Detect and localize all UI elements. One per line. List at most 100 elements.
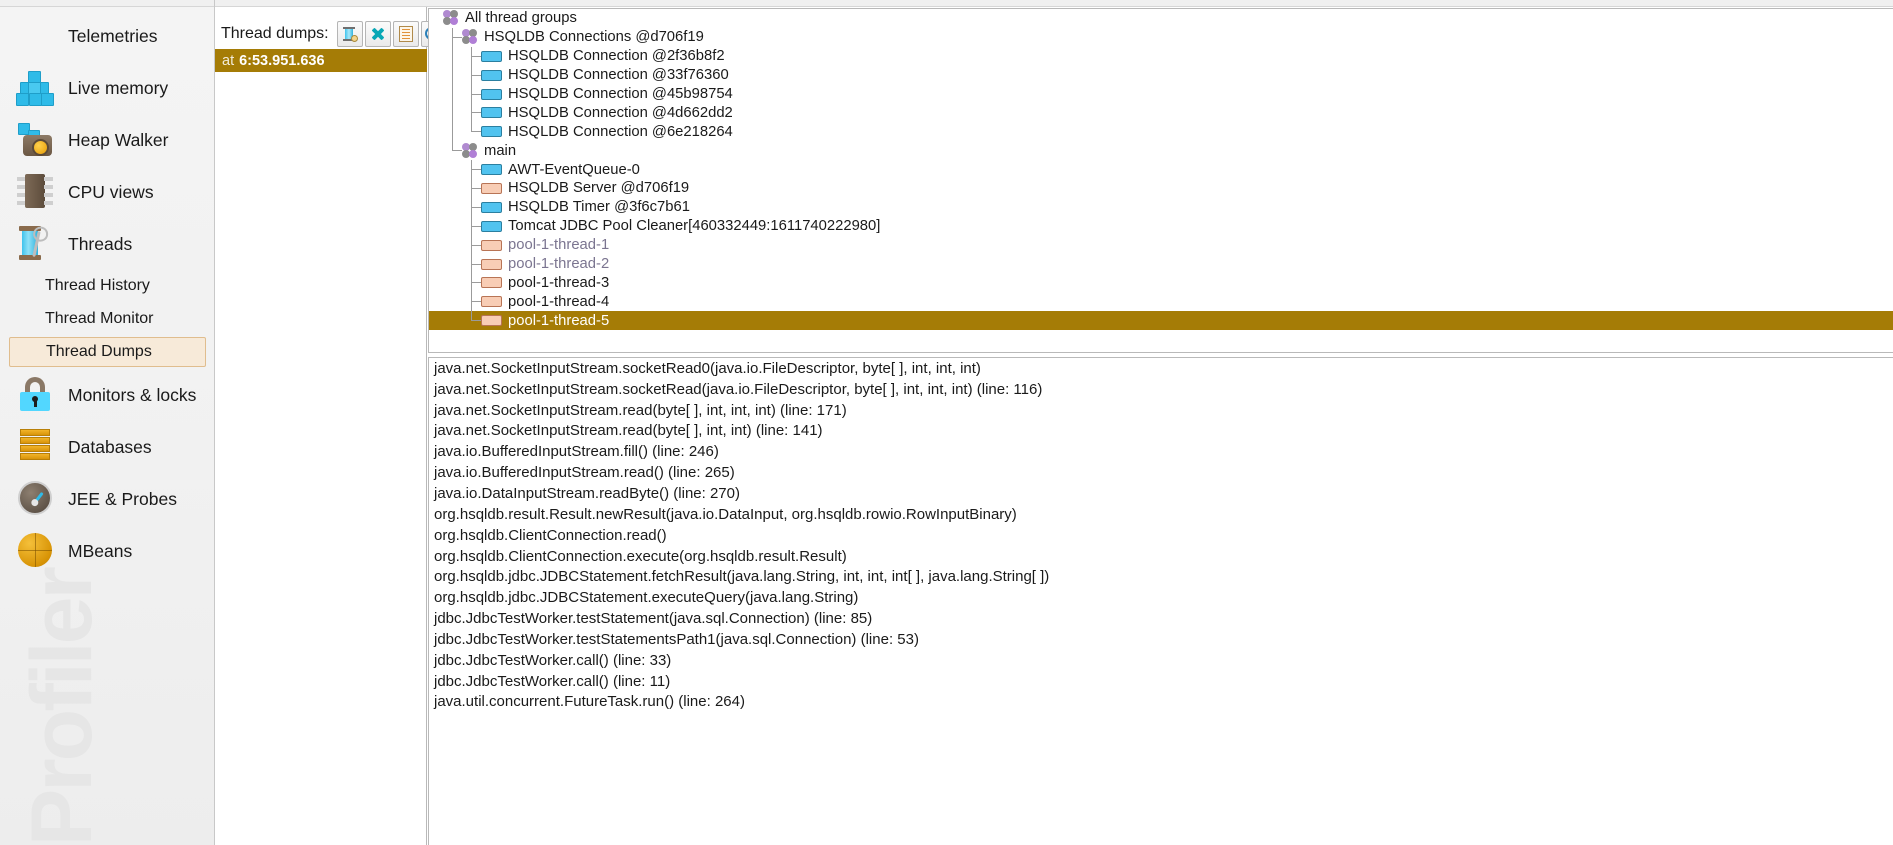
tree-row[interactable]: HSQLDB Timer @3f6c7b61 [429, 198, 1893, 217]
export-thread-dump-button[interactable] [393, 21, 419, 47]
stack-frame-row[interactable]: java.net.SocketInputStream.socketRead0(j… [429, 358, 1893, 379]
thread-dumps-column: Thread dumps: at 6:53.951.636 [215, 7, 427, 845]
stack-frame-row[interactable]: org.hsqldb.ClientConnection.execute(org.… [429, 546, 1893, 567]
tree-row-label: AWT-EventQueue-0 [508, 162, 640, 178]
tree-row-label: All thread groups [465, 10, 577, 26]
stack-frame-row[interactable]: org.hsqldb.jdbc.JDBCStatement.fetchResul… [429, 566, 1893, 587]
tree-row[interactable]: HSQLDB Connection @2f36b8f2 [429, 47, 1893, 66]
tree-row[interactable]: pool-1-thread-3 [429, 273, 1893, 292]
sidebar-item-label: JEE & Probes [68, 489, 177, 510]
tree-indent-guides [435, 66, 481, 85]
stack-frame-row[interactable]: java.io.DataInputStream.readByte() (line… [429, 483, 1893, 504]
tree-row[interactable]: pool-1-thread-5 [429, 311, 1893, 330]
thread-dumps-label: Thread dumps: [221, 25, 329, 43]
tree-indent-guides [435, 103, 481, 122]
stack-frame-label: java.util.concurrent.FutureTask.run() (l… [434, 693, 745, 710]
thread-blue-icon [481, 89, 502, 100]
stack-frame-row[interactable]: java.net.SocketInputStream.read(byte[ ],… [429, 400, 1893, 421]
tree-indent-guides [435, 179, 481, 198]
tree-row[interactable]: pool-1-thread-1 [429, 236, 1893, 255]
tree-row[interactable]: Tomcat JDBC Pool Cleaner[460332449:16117… [429, 217, 1893, 236]
stack-frame-label: java.io.DataInputStream.readByte() (line… [434, 485, 740, 502]
cubes-icon [16, 69, 54, 107]
jprofiler-window: JProfiler Telemetries Live memory Heap W… [0, 0, 1893, 845]
tree-row-label: pool-1-thread-5 [508, 313, 609, 329]
tree-indent-guides [435, 85, 481, 104]
tree-row-label: HSQLDB Connection @2f36b8f2 [508, 48, 725, 64]
stack-frame-row[interactable]: java.io.BufferedInputStream.read() (line… [429, 462, 1893, 483]
remove-thread-dump-button[interactable] [365, 21, 391, 47]
stack-frame-row[interactable]: jdbc.JdbcTestWorker.testStatement(java.s… [429, 608, 1893, 629]
thread-blue-icon [481, 107, 502, 118]
stack-frame-row[interactable]: java.net.SocketInputStream.read(byte[ ],… [429, 421, 1893, 442]
tree-row[interactable]: HSQLDB Server @d706f19 [429, 179, 1893, 198]
tree-indent-guides [435, 47, 481, 66]
tree-row[interactable]: HSQLDB Connection @45b98754 [429, 85, 1893, 104]
stack-frame-row[interactable]: jdbc.JdbcTestWorker.testStatementsPath1(… [429, 629, 1893, 650]
take-thread-dump-button[interactable] [337, 21, 363, 47]
stack-frame-row[interactable]: org.hsqldb.result.Result.newResult(java.… [429, 504, 1893, 525]
stack-frame-label: org.hsqldb.jdbc.JDBCStatement.executeQue… [434, 589, 858, 606]
stack-frame-row[interactable]: org.hsqldb.jdbc.JDBCStatement.executeQue… [429, 587, 1893, 608]
tree-indent-guides [435, 141, 462, 160]
thread-orange-icon [481, 183, 502, 194]
sidebar-item-thread-history[interactable]: Thread History [9, 271, 206, 301]
stack-frame-label: java.io.BufferedInputStream.fill() (line… [434, 443, 719, 460]
stack-frame-label: org.hsqldb.ClientConnection.execute(org.… [434, 548, 847, 565]
thread-dumps-toolbar: Thread dumps: [215, 14, 427, 54]
sidebar-item-monitors-and-locks[interactable]: Monitors & locks [0, 369, 215, 421]
sidebar-item-threads[interactable]: Threads [0, 218, 215, 270]
document-icon [399, 26, 413, 42]
tree-row[interactable]: HSQLDB Connection @4d662dd2 [429, 103, 1893, 122]
tree-row[interactable]: HSQLDB Connection @33f76360 [429, 66, 1893, 85]
sidebar-item-label: MBeans [68, 541, 132, 562]
tree-row[interactable]: pool-1-thread-4 [429, 292, 1893, 311]
thread-blue-icon [481, 126, 502, 137]
dump-timestamp: 6:53.951.636 [239, 53, 324, 69]
tree-indent-guides [435, 236, 481, 255]
thread-orange-icon [481, 315, 502, 326]
tree-indent-guides [435, 122, 481, 141]
tree-row-label: HSQLDB Timer @3f6c7b61 [508, 199, 690, 215]
close-x-icon [370, 26, 386, 42]
sidebar-item-label: Databases [68, 437, 152, 458]
sidebar-item-label: Thread Dumps [46, 343, 152, 361]
tree-indent-guides [435, 9, 443, 28]
sidebar-item-live-memory[interactable]: Live memory [0, 62, 215, 114]
sidebar-item-mbeans[interactable]: MBeans [0, 525, 215, 577]
sidebar-item-databases[interactable]: Databases [0, 421, 215, 473]
stack-frame-row[interactable]: jdbc.JdbcTestWorker.call() (line: 11) [429, 671, 1893, 692]
stack-trace-panel[interactable]: java.net.SocketInputStream.socketRead0(j… [428, 357, 1893, 845]
thread-spool-icon [16, 225, 54, 263]
lock-icon [16, 376, 54, 414]
sidebar-item-label: Heap Walker [68, 130, 169, 151]
list-item[interactable]: at 6:53.951.636 [215, 49, 427, 72]
sidebar-item-jee-and-probes[interactable]: JEE & Probes [0, 473, 215, 525]
tree-row[interactable]: HSQLDB Connection @6e218264 [429, 122, 1893, 141]
thread-spool-icon [342, 26, 358, 42]
tree-row[interactable]: AWT-EventQueue-0 [429, 160, 1893, 179]
sidebar-item-cpu-views[interactable]: CPU views [0, 166, 215, 218]
main-area: Thread dumps: at 6:53.951.636 [215, 0, 1893, 845]
tree-row[interactable]: main [429, 141, 1893, 160]
stack-frame-row[interactable]: java.io.BufferedInputStream.fill() (line… [429, 441, 1893, 462]
stack-frame-row[interactable]: java.net.SocketInputStream.socketRead(ja… [429, 379, 1893, 400]
sidebar-item-thread-dumps[interactable]: Thread Dumps [9, 337, 206, 367]
thread-group-icon [462, 143, 479, 159]
thread-dumps-list[interactable]: at 6:53.951.636 [215, 49, 427, 72]
sidebar-item-thread-monitor[interactable]: Thread Monitor [9, 304, 206, 334]
stack-frame-row[interactable]: org.hsqldb.ClientConnection.read() [429, 525, 1893, 546]
tree-row[interactable]: pool-1-thread-2 [429, 255, 1893, 274]
stack-frame-row[interactable]: jdbc.JdbcTestWorker.call() (line: 33) [429, 650, 1893, 671]
stack-frame-row[interactable]: java.util.concurrent.FutureTask.run() (l… [429, 692, 1893, 713]
thread-group-tree[interactable]: All thread groups HSQLDB Connections @d70… [428, 8, 1893, 353]
tree-indent-guides [435, 311, 481, 330]
sidebar-item-heap-walker[interactable]: Heap Walker [0, 114, 215, 166]
tree-row[interactable]: All thread groups [429, 9, 1893, 28]
tree-indent-guides [435, 160, 481, 179]
sidebar-item-label: Threads [68, 234, 132, 255]
tree-row[interactable]: HSQLDB Connections @d706f19 [429, 28, 1893, 47]
heap-camera-icon [16, 121, 54, 159]
sidebar-item-telemetries[interactable]: Telemetries [0, 10, 215, 62]
tree-indent-guides [435, 217, 481, 236]
